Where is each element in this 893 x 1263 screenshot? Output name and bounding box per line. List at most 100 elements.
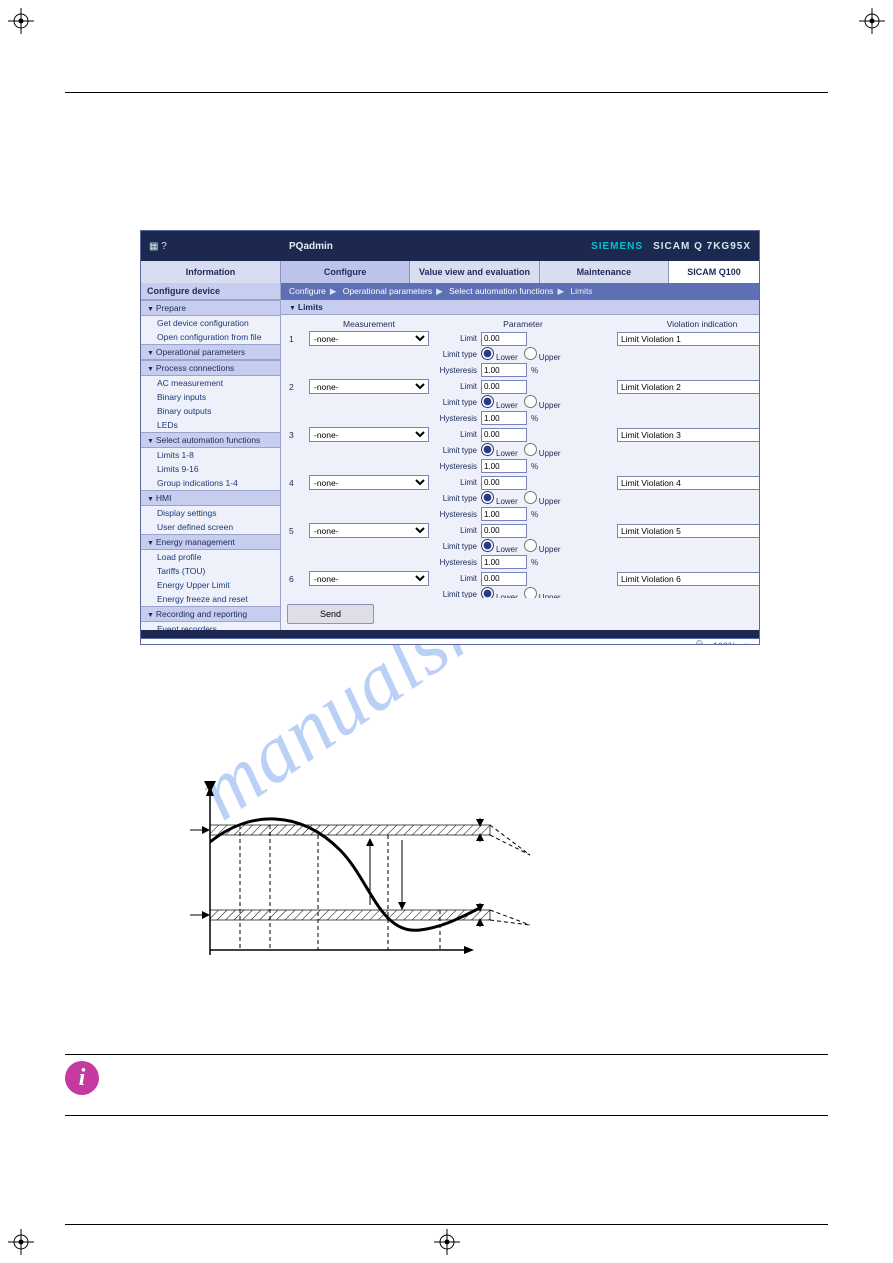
measurement-select[interactable]: -none- — [309, 331, 429, 346]
hysteresis-diagram — [170, 780, 550, 980]
sidebar-item[interactable]: LEDs — [141, 418, 280, 432]
main-panel: Configure▶ Operational parameters▶ Selec… — [281, 283, 760, 630]
sidebar-item[interactable]: Energy Upper Limit — [141, 578, 280, 592]
tab-device[interactable]: SICAM Q100 — [669, 261, 759, 283]
limit-row: 3-none-LimitLimit typeLowerUpperHysteres… — [289, 427, 760, 473]
lower-radio[interactable]: Lower — [481, 491, 518, 506]
sidebar-item[interactable]: Tariffs (TOU) — [141, 564, 280, 578]
crumb-b[interactable]: Operational parameters — [343, 286, 432, 296]
limit-input[interactable] — [481, 380, 527, 394]
violation-input[interactable] — [617, 380, 760, 394]
percent-label: % — [531, 510, 538, 519]
upper-radio[interactable]: Upper — [524, 539, 561, 554]
measurement-select[interactable]: -none- — [309, 571, 429, 586]
measurement-select[interactable]: -none- — [309, 427, 429, 442]
upper-radio[interactable]: Upper — [524, 395, 561, 410]
tab-maintenance[interactable]: Maintenance — [540, 261, 669, 283]
sidebar-group[interactable]: HMI — [141, 490, 280, 506]
violation-input[interactable] — [617, 524, 760, 538]
send-button[interactable]: Send — [287, 604, 374, 624]
sidebar-group[interactable]: Process connections — [141, 360, 280, 376]
limit-type-label: Limit type — [433, 494, 477, 503]
limit-row: 6-none-LimitLimit typeLowerUpperHysteres… — [289, 571, 760, 598]
limit-row: 1-none-LimitLimit typeLowerUpperHysteres… — [289, 331, 760, 377]
hysteresis-input[interactable] — [481, 555, 527, 569]
violation-input[interactable] — [617, 476, 760, 490]
breadcrumb: Configure▶ Operational parameters▶ Selec… — [281, 283, 760, 300]
app-window: ▦ ? PQadmin SIEMENS SICAM Q 7KG95X Infor… — [140, 230, 760, 645]
lower-radio[interactable]: Lower — [481, 443, 518, 458]
sidebar-item[interactable]: Binary outputs — [141, 404, 280, 418]
page-rule-bottom — [65, 1224, 828, 1225]
percent-label: % — [531, 462, 538, 471]
upper-radio[interactable]: Upper — [524, 491, 561, 506]
tab-information[interactable]: Information — [141, 261, 281, 283]
titlebar: ▦ ? PQadmin SIEMENS SICAM Q 7KG95X — [141, 231, 759, 261]
hysteresis-input[interactable] — [481, 507, 527, 521]
titlebar-icons: ▦ ? — [149, 241, 289, 252]
hysteresis-label: Hysteresis — [433, 558, 477, 567]
measurement-select[interactable]: -none- — [309, 379, 429, 394]
limit-input[interactable] — [481, 524, 527, 538]
zoom-value[interactable]: 100% — [713, 641, 736, 646]
crumb-c[interactable]: Select automation functions — [449, 286, 553, 296]
crop-mark — [859, 8, 885, 34]
section-head[interactable]: Limits — [281, 300, 760, 315]
sidebar-item[interactable]: AC measurement — [141, 376, 280, 390]
sidebar-group[interactable]: Operational parameters — [141, 344, 280, 360]
upper-radio[interactable]: Upper — [524, 443, 561, 458]
row-index: 2 — [289, 382, 305, 392]
sidebar-group[interactable]: Prepare — [141, 300, 280, 316]
sidebar-group[interactable]: Recording and reporting — [141, 606, 280, 622]
row-index: 4 — [289, 478, 305, 488]
lower-radio[interactable]: Lower — [481, 395, 518, 410]
zoom-icon[interactable]: 🔍 — [696, 640, 707, 645]
hysteresis-input[interactable] — [481, 459, 527, 473]
tab-value-view[interactable]: Value view and evaluation — [410, 261, 539, 283]
violation-input[interactable] — [617, 332, 760, 346]
sidebar-item[interactable]: Display settings — [141, 506, 280, 520]
violation-input[interactable] — [617, 572, 760, 586]
sidebar-item[interactable]: Limits 9-16 — [141, 462, 280, 476]
violation-input[interactable] — [617, 428, 760, 442]
upper-radio[interactable]: Upper — [524, 587, 561, 598]
sidebar-item[interactable]: Event recorders — [141, 622, 280, 630]
sidebar-item[interactable]: Binary inputs — [141, 390, 280, 404]
sidebar-item[interactable]: Load profile — [141, 550, 280, 564]
model: SICAM Q 7KG95X — [653, 241, 751, 252]
sidebar-item[interactable]: Get device configuration — [141, 316, 280, 330]
limit-label: Limit — [433, 478, 477, 487]
sidebar-group[interactable]: Energy management — [141, 534, 280, 550]
measurement-select[interactable]: -none- — [309, 475, 429, 490]
row-index: 1 — [289, 334, 305, 344]
info-icon: i — [65, 1061, 99, 1095]
zoom-dropdown-icon[interactable]: ▼ — [742, 641, 751, 646]
hysteresis-input[interactable] — [481, 363, 527, 377]
limit-type-label: Limit type — [433, 542, 477, 551]
limit-input[interactable] — [481, 572, 527, 586]
sidebar-group[interactable]: Select automation functions — [141, 432, 280, 448]
sidebar-item[interactable]: Limits 1-8 — [141, 448, 280, 462]
lower-radio[interactable]: Lower — [481, 587, 518, 598]
limit-input[interactable] — [481, 476, 527, 490]
lower-radio[interactable]: Lower — [481, 347, 518, 362]
col-violation: Violation indication — [617, 319, 760, 331]
sidebar-item[interactable]: Open configuration from file — [141, 330, 280, 344]
lower-radio[interactable]: Lower — [481, 539, 518, 554]
limit-label: Limit — [433, 574, 477, 583]
sidebar-item[interactable]: User defined screen — [141, 520, 280, 534]
limit-type-label: Limit type — [433, 350, 477, 359]
sidebar-item[interactable]: Energy freeze and reset — [141, 592, 280, 606]
crumb-a[interactable]: Configure — [289, 286, 326, 296]
hysteresis-input[interactable] — [481, 411, 527, 425]
measurement-select[interactable]: -none- — [309, 523, 429, 538]
statusbar: 🔍 100% ▼ — [141, 638, 759, 645]
hysteresis-label: Hysteresis — [433, 510, 477, 519]
upper-radio[interactable]: Upper — [524, 347, 561, 362]
tab-configure[interactable]: Configure — [281, 261, 410, 283]
row-index: 6 — [289, 574, 305, 584]
sidebar-item[interactable]: Group indications 1-4 — [141, 476, 280, 490]
limit-input[interactable] — [481, 332, 527, 346]
col-parameter: Parameter — [433, 319, 613, 331]
limit-input[interactable] — [481, 428, 527, 442]
